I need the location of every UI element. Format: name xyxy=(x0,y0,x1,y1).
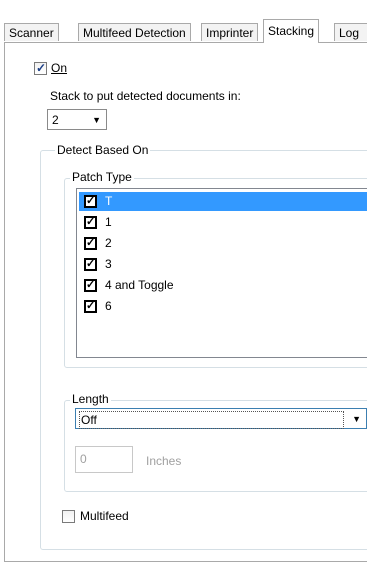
patch-checkbox[interactable]: ✓ xyxy=(84,279,97,292)
checkmark-icon: ✓ xyxy=(86,195,96,207)
checkmark-icon: ✓ xyxy=(86,258,96,270)
tab-label: Imprinter xyxy=(206,26,254,40)
tab-label: Log xyxy=(339,26,360,40)
checkmark-icon: ✓ xyxy=(86,237,96,249)
patch-checkbox[interactable]: ✓ xyxy=(84,300,97,313)
length-select-value: Off xyxy=(79,411,344,429)
inches-label: Inches xyxy=(146,454,182,468)
patch-label: 1 xyxy=(105,215,112,229)
patch-label: 3 xyxy=(105,257,112,271)
patch-checkbox[interactable]: ✓ xyxy=(84,237,97,250)
patch-type-legend: Patch Type xyxy=(70,170,134,184)
tab-stacking[interactable]: Stacking xyxy=(263,19,320,43)
checkmark-icon: ✓ xyxy=(86,300,96,312)
chevron-down-icon: ▼ xyxy=(92,115,101,125)
patch-checkbox[interactable]: ✓ xyxy=(84,195,97,208)
on-checkbox[interactable]: ✓ xyxy=(34,61,47,75)
chevron-down-icon: ▼ xyxy=(352,414,361,424)
tab-multifeed-detection[interactable]: Multifeed Detection xyxy=(78,23,191,41)
tab-label: Stacking xyxy=(268,24,315,38)
list-item[interactable]: ✓ T xyxy=(79,192,367,211)
detect-group-legend: Detect Based On xyxy=(55,143,151,157)
list-item[interactable]: ✓ 3 xyxy=(79,255,367,274)
multifeed-checkbox[interactable] xyxy=(62,510,75,523)
tab-scanner[interactable]: Scanner xyxy=(4,23,59,41)
list-item[interactable]: ✓ 4 and Toggle xyxy=(79,276,367,295)
tab-log[interactable]: Log xyxy=(334,23,367,41)
patch-label: 2 xyxy=(105,236,112,250)
stack-select-value: 2 xyxy=(52,113,59,127)
patch-label: 4 and Toggle xyxy=(105,278,174,292)
patch-type-list[interactable]: ✓ T ✓ 1 ✓ 2 ✓ 3 ✓ 4 and Toggle ✓ 6 xyxy=(76,188,367,358)
checkmark-icon: ✓ xyxy=(86,279,96,291)
patch-label: 6 xyxy=(105,299,112,313)
checkmark-icon: ✓ xyxy=(86,216,96,228)
patch-label: T xyxy=(105,194,113,208)
list-item[interactable]: ✓ 6 xyxy=(79,297,367,316)
tab-strip: Scanner Multifeed Detection Imprinter St… xyxy=(0,0,367,43)
patch-checkbox[interactable]: ✓ xyxy=(84,216,97,229)
length-input-value: 0 xyxy=(80,452,87,466)
length-input[interactable]: 0 xyxy=(75,446,133,473)
tab-label: Scanner xyxy=(9,26,54,40)
list-item[interactable]: ✓ 1 xyxy=(79,213,367,232)
tab-imprinter[interactable]: Imprinter xyxy=(201,23,259,41)
stack-select[interactable]: 2 ▼ xyxy=(47,109,107,130)
multifeed-label: Multifeed xyxy=(80,509,129,523)
length-select[interactable]: Off ▼ xyxy=(75,408,367,429)
patch-checkbox[interactable]: ✓ xyxy=(84,258,97,271)
on-label: On xyxy=(51,61,68,75)
list-item[interactable]: ✓ 2 xyxy=(79,234,367,253)
stack-label: Stack to put detected documents in: xyxy=(50,89,241,103)
length-legend: Length xyxy=(70,392,111,406)
checkmark-icon: ✓ xyxy=(36,61,47,75)
tab-label: Multifeed Detection xyxy=(83,26,186,40)
